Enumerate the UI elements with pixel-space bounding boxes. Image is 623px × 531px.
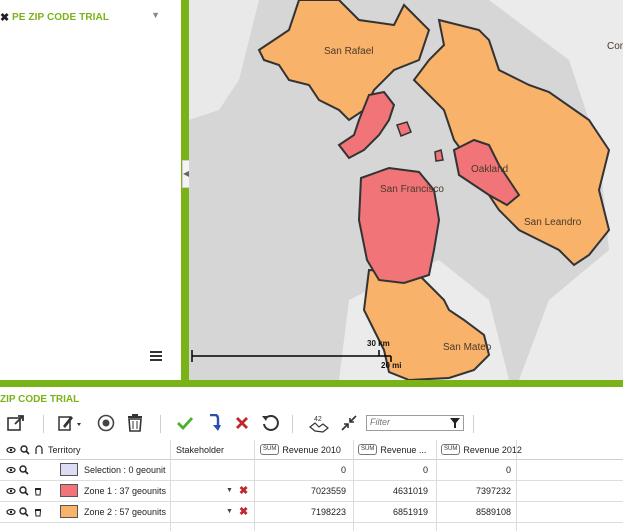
revenue-2010-cell: 7023559 <box>310 485 346 496</box>
table-row[interactable]: Zone 1 : 37 geounits ▼ ✖ 7023559 4631019… <box>0 480 623 502</box>
vertical-splitter[interactable] <box>181 0 189 380</box>
header-stakeholder[interactable]: Stakeholder <box>176 440 256 459</box>
column-divider <box>254 440 255 531</box>
close-icon[interactable]: ✖ <box>239 505 248 518</box>
row-eye-search-trash-icons[interactable] <box>6 480 46 501</box>
column-divider <box>170 440 171 531</box>
menu-icon[interactable] <box>150 351 162 363</box>
layer-item[interactable]: ✖ PE ZIP CODE TRIAL ▼ <box>0 9 178 25</box>
remove-stakeholder-button[interactable]: ✖ <box>239 480 251 501</box>
sum-badge: SUM <box>358 444 378 455</box>
color-swatch[interactable] <box>60 505 78 518</box>
funnel-icon[interactable] <box>450 418 460 431</box>
target-icon[interactable] <box>95 410 117 436</box>
revenue-2012-cell: 0 <box>505 464 511 475</box>
sum-badge: SUM <box>260 444 280 455</box>
table-row[interactable]: Zone 2 : 57 geounits ▼ ✖ 7198223 6851919… <box>0 501 623 523</box>
header-territory[interactable]: Territory <box>48 440 168 459</box>
zone1-island <box>434 149 444 162</box>
revenue-2011-cell: 0 <box>422 464 428 475</box>
trash-icon[interactable] <box>124 410 146 436</box>
color-swatch[interactable] <box>60 484 78 497</box>
undo-icon[interactable] <box>259 410 281 436</box>
map-label-san-francisco: San Francisco <box>380 184 444 195</box>
stakeholder-dropdown[interactable]: ▼ <box>226 480 236 501</box>
layer-panel: ✖ PE ZIP CODE TRIAL ▼ <box>0 0 182 380</box>
horizontal-splitter[interactable] <box>0 380 623 387</box>
map-label-concord: Con <box>607 41 623 52</box>
column-divider <box>353 440 354 531</box>
edit-icon[interactable] <box>56 410 84 436</box>
stakeholder-dropdown[interactable]: ▼ <box>226 501 236 522</box>
close-icon[interactable]: ✖ <box>239 484 248 497</box>
header-revenue-2011[interactable]: SUM Revenue ... <box>358 440 438 459</box>
revenue-2011-cell: 6851919 <box>392 506 428 517</box>
map-label-san-mateo: San Mateo <box>443 342 492 353</box>
map-view[interactable]: San Rafael San Francisco Oakland San Lea… <box>189 0 623 380</box>
color-swatch[interactable] <box>60 463 78 476</box>
row-eye-search-trash-icons[interactable] <box>6 501 46 522</box>
row-eye-search-icons[interactable] <box>6 459 36 480</box>
revenue-2012-cell: 7397232 <box>475 485 511 496</box>
grid-header: Territory Stakeholder SUM Revenue 2010 S… <box>0 440 623 460</box>
export-icon[interactable] <box>5 410 27 436</box>
map-label-oakland: Oakland <box>471 164 509 175</box>
revenue-2010-cell: 7198223 <box>310 506 346 517</box>
filter-input[interactable] <box>367 416 448 428</box>
cancel-icon[interactable] <box>231 410 253 436</box>
territory-label: Zone 1 : 37 geounits <box>84 485 167 496</box>
map-label-san-rafael: San Rafael <box>324 46 374 57</box>
territory-label: Zone 2 : 57 geounits <box>84 506 167 517</box>
territory-cell: Zone 2 : 57 geounits <box>60 501 172 522</box>
revenue-2010-cell: 0 <box>340 464 346 475</box>
header-revenue-2012-label: Revenue 2012 <box>463 444 522 455</box>
scale-km-label: 30 km <box>367 339 390 348</box>
layer-name: PE ZIP CODE TRIAL <box>12 11 110 23</box>
remove-layer-icon[interactable]: ✖ <box>0 11 10 24</box>
panel-title: ZIP CODE TRIAL <box>0 394 80 405</box>
header-revenue-2011-label: Revenue ... <box>380 444 427 455</box>
map-label-san-leandro: San Leandro <box>524 217 582 228</box>
empty-row <box>0 522 623 531</box>
scale-mi-label: 20 mi <box>381 361 402 370</box>
check-icon[interactable] <box>174 410 196 436</box>
toolbar: 42 <box>0 410 623 438</box>
column-divider <box>516 440 517 531</box>
revenue-2012-cell: 8589108 <box>475 506 511 517</box>
territory-label: Selection : 0 geounit <box>84 464 166 475</box>
table-row[interactable]: Selection : 0 geounit 0 0 0 <box>0 459 623 481</box>
header-revenue-2010-label: Revenue 2010 <box>282 444 341 455</box>
svg-text:42: 42 <box>314 416 322 423</box>
territory-cell: Selection : 0 geounit <box>60 459 172 480</box>
geounit-count-icon[interactable]: 42 <box>306 410 332 436</box>
revenue-2011-cell: 4631019 <box>392 485 428 496</box>
sum-badge: SUM <box>441 444 461 455</box>
header-revenue-2010[interactable]: SUM Revenue 2010 <box>260 440 355 459</box>
redo-arrow-icon[interactable] <box>203 410 225 436</box>
chevron-down-icon[interactable]: ▼ <box>226 487 233 494</box>
header-revenue-2012[interactable]: SUM Revenue 2012 <box>441 440 541 459</box>
filter-field[interactable] <box>366 415 464 431</box>
territory-cell: Zone 1 : 37 geounits <box>60 480 172 501</box>
column-divider <box>436 440 437 531</box>
remove-stakeholder-button[interactable]: ✖ <box>239 501 251 522</box>
chevron-down-icon[interactable]: ▼ <box>151 10 160 20</box>
collapse-arrows-icon[interactable] <box>338 410 360 436</box>
chevron-down-icon[interactable]: ▼ <box>226 508 233 515</box>
